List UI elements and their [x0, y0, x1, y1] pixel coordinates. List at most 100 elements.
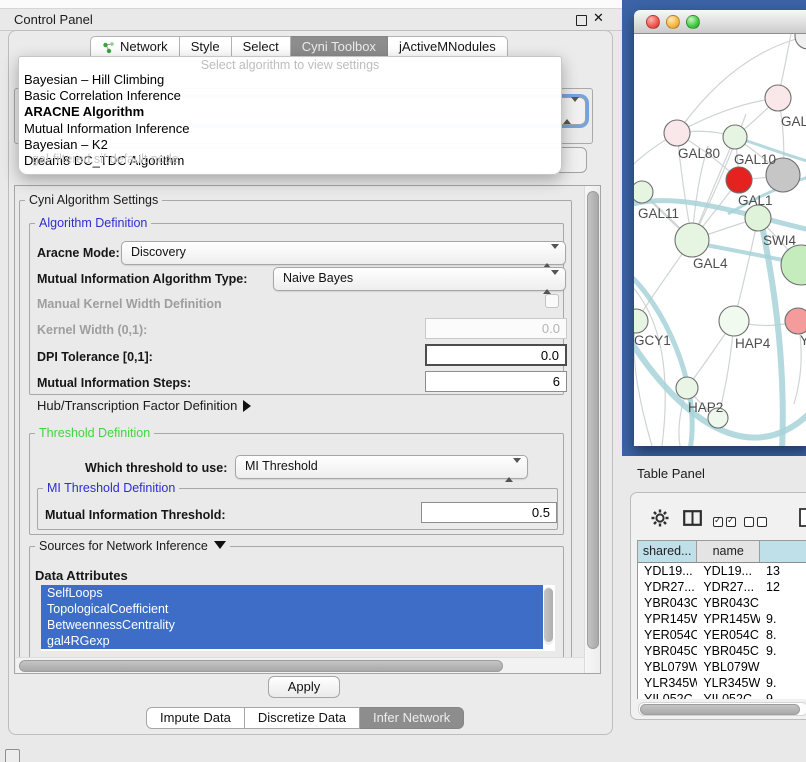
- table-row[interactable]: YDR27...YDR27...12: [638, 579, 806, 595]
- table-row[interactable]: YBR045CYBR045C9.: [638, 643, 806, 659]
- network-canvas[interactable]: GALGAL80GAL10GAL1GAL11SWI4GAL4GCY1HAP4YH…: [634, 34, 806, 446]
- v-scrollbar-thumb[interactable]: [587, 191, 599, 649]
- which-threshold-combo[interactable]: MI Threshold: [235, 455, 528, 479]
- table-cell: 9.: [760, 691, 806, 699]
- table-cell: YBR043C: [697, 595, 760, 611]
- attribute-item-topologicalcoefficient[interactable]: TopologicalCoefficient: [41, 601, 543, 617]
- table-h-scrollbar[interactable]: [638, 702, 806, 716]
- list-scrollbar-thumb[interactable]: [544, 588, 553, 642]
- v-scrollbar-track[interactable]: [584, 186, 601, 673]
- table-cell: YBR045C: [697, 643, 760, 659]
- table-row[interactable]: YER054CYER054C8.: [638, 627, 806, 643]
- tab-cyni-toolbox[interactable]: Cyni Toolbox: [291, 36, 388, 58]
- table-row[interactable]: YDL19...YDL19...13: [638, 563, 806, 579]
- table-row[interactable]: YIL052CYIL052C9.: [638, 691, 806, 699]
- node-label: GAL4: [693, 256, 728, 271]
- file-export-icon[interactable]: [799, 508, 806, 532]
- mi-threshold-field[interactable]: 0.5: [421, 502, 557, 523]
- h-scrollbar-track[interactable]: [16, 657, 584, 673]
- table-cell: [760, 595, 806, 611]
- mi-type-combo[interactable]: Naive Bayes: [273, 267, 566, 291]
- network-edge[interactable]: [734, 218, 758, 321]
- hub-definition-toggle[interactable]: Hub/Transcription Factor Definition: [37, 398, 251, 413]
- table-cell: YLR345W: [697, 675, 760, 691]
- bottom-tab-impute-data[interactable]: Impute Data: [146, 707, 245, 729]
- gear-icon[interactable]: [651, 509, 669, 532]
- close-icon[interactable]: ✕: [593, 10, 604, 26]
- hide-columns-icon[interactable]: [744, 514, 770, 532]
- network-node[interactable]: [723, 125, 747, 149]
- network-window: GALGAL80GAL10GAL1GAL11SWI4GAL4GCY1HAP4YH…: [634, 10, 806, 446]
- table-panel-header: Table Panel: [622, 456, 806, 492]
- network-node[interactable]: [719, 306, 749, 336]
- mi-threshold-label: Mutual Information Threshold:: [45, 508, 226, 522]
- algorithm-option-aracne-algorithm[interactable]: ARACNE Algorithm: [19, 104, 561, 120]
- close-traffic-light-icon[interactable]: [646, 15, 660, 29]
- show-checked-columns-icon[interactable]: [713, 514, 739, 532]
- network-node[interactable]: [726, 167, 752, 193]
- table-row[interactable]: YLR345WYLR345W9.: [638, 675, 806, 691]
- node-table[interactable]: shared...name YDL19...YDL19...13YDR27...…: [637, 540, 806, 699]
- table-row[interactable]: YBR043CYBR043C: [638, 595, 806, 611]
- network-node[interactable]: [785, 308, 806, 334]
- column-header-name[interactable]: name: [697, 541, 760, 562]
- table-cell: YBL079W: [638, 659, 697, 675]
- dpi-tolerance-field[interactable]: 0.0: [425, 344, 567, 366]
- node-label: GAL: [781, 114, 806, 129]
- float-window-icon[interactable]: [576, 15, 587, 26]
- mi-steps-field[interactable]: 6: [425, 371, 567, 392]
- network-graph[interactable]: GALGAL80GAL10GAL1GAL11SWI4GAL4GCY1HAP4YH…: [634, 34, 806, 446]
- aracne-mode-combo[interactable]: Discovery: [121, 241, 566, 265]
- minimize-traffic-light-icon[interactable]: [666, 15, 680, 29]
- kernel-width-field[interactable]: 0.0: [425, 318, 567, 339]
- table-h-scrollbar-thumb[interactable]: [640, 704, 800, 715]
- network-node[interactable]: [765, 85, 791, 111]
- network-node[interactable]: [781, 245, 806, 285]
- sources-title[interactable]: Sources for Network Inference: [35, 539, 230, 553]
- table-row[interactable]: YBL079WYBL079W: [638, 659, 806, 675]
- node-label: GCY1: [634, 333, 671, 348]
- apply-button[interactable]: Apply: [268, 676, 340, 698]
- bottom-tab-discretize-data[interactable]: Discretize Data: [245, 707, 360, 729]
- table-cell: YBL079W: [697, 659, 760, 675]
- network-node[interactable]: [634, 181, 653, 203]
- combo-stepper-icon[interactable]: [563, 102, 579, 120]
- table-cell: 8.: [760, 627, 806, 643]
- column-header-shared[interactable]: shared...: [638, 541, 697, 562]
- algorithm-option-mutual-information-inference[interactable]: Mutual Information Inference: [19, 121, 561, 137]
- tab-jactivemnodules[interactable]: jActiveMNodules: [388, 36, 508, 58]
- combo-stepper-icon: [543, 246, 559, 267]
- tab-select[interactable]: Select: [232, 36, 291, 58]
- network-window-titlebar[interactable]: [634, 10, 806, 34]
- algorithm-option-basic-correlation-inference[interactable]: Basic Correlation Inference: [19, 88, 561, 104]
- manual-kernel-checkbox[interactable]: [545, 294, 559, 308]
- attribute-item-betweennesscentrality[interactable]: BetweennessCentrality: [41, 617, 543, 633]
- network-node[interactable]: [675, 223, 709, 257]
- column-header-cut[interactable]: [760, 541, 806, 562]
- attribute-item-selfloops[interactable]: SelfLoops: [41, 585, 543, 601]
- network-node[interactable]: [676, 377, 698, 399]
- tab-network[interactable]: Network: [90, 36, 180, 58]
- cyni-settings-title: Cyni Algorithm Settings: [25, 193, 162, 207]
- bottom-tab-infer-network[interactable]: Infer Network: [360, 707, 464, 729]
- node-label: Y: [800, 333, 806, 348]
- h-scrollbar-thumb[interactable]: [19, 660, 503, 672]
- network-node[interactable]: [795, 34, 806, 49]
- table-cell: YIL052C: [638, 691, 697, 699]
- collapsed-panel-handle[interactable]: [5, 749, 20, 762]
- network-node[interactable]: [664, 120, 690, 146]
- tab-style[interactable]: Style: [180, 36, 232, 58]
- split-columns-icon[interactable]: [683, 510, 702, 531]
- list-scrollbar[interactable]: [544, 587, 553, 645]
- node-label: HAP4: [735, 336, 771, 351]
- zoom-traffic-light-icon[interactable]: [686, 15, 700, 29]
- attribute-item-gal4rgexp[interactable]: gal4RGexp: [41, 633, 543, 649]
- table-row[interactable]: YPR145WYPR145W9.: [638, 611, 806, 627]
- network-node[interactable]: [634, 309, 648, 333]
- table-cell: YBR045C: [638, 643, 697, 659]
- network-node[interactable]: [745, 205, 771, 231]
- algorithm-option-bayesian-hill-climbing[interactable]: Bayesian – Hill Climbing: [19, 72, 561, 88]
- algorithm-option-bayesian-k2[interactable]: Bayesian – K2: [19, 137, 561, 153]
- data-attributes-list[interactable]: SelfLoopsTopologicalCoefficientBetweenne…: [41, 585, 555, 651]
- expand-right-icon: [243, 400, 251, 412]
